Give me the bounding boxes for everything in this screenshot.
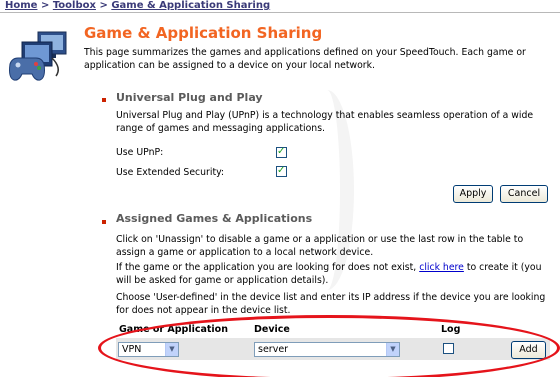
section-bullet (102, 98, 106, 102)
checkmark-icon: ✓ (277, 165, 286, 176)
breadcrumb-toolbox-link[interactable]: Toolbox (53, 0, 96, 11)
create-app-text-before: If the game or the application you are l… (116, 262, 420, 273)
page: Home > Toolbox > Game & Application Shar… (0, 0, 560, 377)
breadcrumb: Home > Toolbox > Game & Application Shar… (5, 0, 270, 11)
column-header-device: Device (254, 324, 290, 335)
breadcrumb-current-link[interactable]: Game & Application Sharing (111, 0, 270, 11)
section-bullet (102, 220, 106, 224)
use-upnp-checkbox[interactable]: ✓ (276, 146, 287, 158)
application-select[interactable]: VPN ▼ (118, 342, 179, 357)
upnp-description: Universal Plug and Play (UPnP) is a tech… (116, 110, 534, 134)
application-select-value: VPN (122, 344, 142, 355)
chevron-down-icon[interactable]: ▼ (386, 343, 399, 356)
extended-security-checkbox[interactable]: ✓ (276, 165, 287, 177)
user-defined-instructions: Choose 'User-defined' in the device list… (116, 292, 546, 316)
breadcrumb-separator: > (40, 0, 50, 11)
create-app-paragraph: If the game or the application you are l… (116, 262, 548, 287)
apply-button[interactable]: Apply (453, 185, 493, 203)
assigned-instructions: Click on 'Unassign' to disable a game or… (116, 234, 524, 258)
device-select[interactable]: server ▼ (254, 342, 400, 357)
upnp-heading: Universal Plug and Play (116, 91, 263, 104)
chevron-down-icon[interactable]: ▼ (165, 343, 178, 356)
page-intro: This page summarizes the games and appli… (84, 47, 526, 71)
checkmark-icon: ✓ (277, 146, 286, 157)
device-select-value: server (258, 344, 289, 355)
breadcrumb-separator: > (99, 0, 108, 11)
cancel-button[interactable]: Cancel (500, 185, 548, 203)
assigned-heading: Assigned Games & Applications (116, 212, 313, 225)
breadcrumb-divider (0, 12, 560, 13)
column-header-game-or-application: Game or Application (119, 324, 228, 335)
extended-security-label: Use Extended Security: (116, 167, 225, 178)
page-title: Game & Application Sharing (84, 24, 323, 42)
log-checkbox[interactable] (443, 343, 454, 354)
add-button[interactable]: Add (511, 341, 546, 359)
click-here-link[interactable]: click here (419, 262, 464, 273)
computer-gamepad-icon (6, 28, 72, 84)
breadcrumb-home-link[interactable]: Home (5, 0, 37, 11)
use-upnp-label: Use UPnP: (116, 147, 164, 158)
column-header-log: Log (441, 324, 461, 335)
